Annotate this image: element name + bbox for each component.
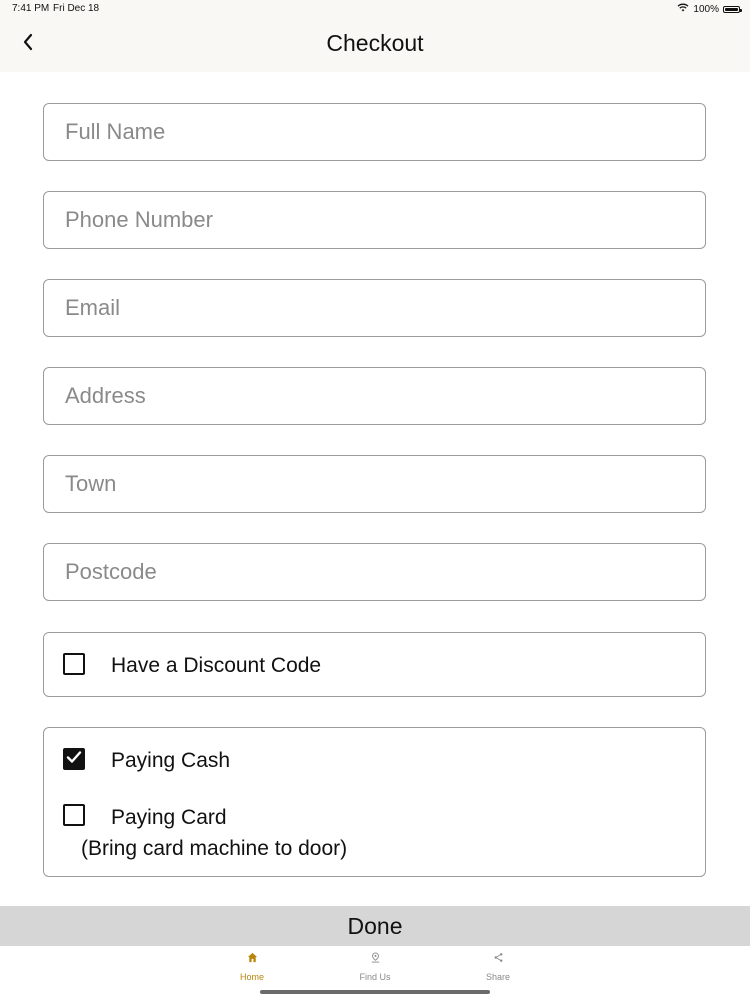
phone-number-field[interactable] (44, 192, 705, 248)
discount-code-box: Have a Discount Code (43, 632, 706, 697)
email-field[interactable] (44, 280, 705, 336)
home-icon (247, 950, 258, 968)
paying-card-label: Paying Card (111, 806, 227, 829)
discount-code-label: Have a Discount Code (111, 654, 322, 677)
status-right: 100% (677, 3, 742, 15)
town-field[interactable] (44, 456, 705, 512)
wifi-icon (677, 3, 689, 15)
payment-method-box: Paying Cash Paying Card (Bring card mach… (43, 727, 706, 877)
phone-field-container (43, 191, 706, 249)
tab-find-us[interactable]: Find Us (335, 950, 415, 986)
paying-cash-checkbox[interactable] (63, 748, 85, 770)
map-pin-icon (370, 950, 381, 968)
page-title: Checkout (326, 30, 424, 56)
paying-card-checkbox[interactable] (63, 804, 85, 826)
tab-share-label: Share (485, 972, 511, 982)
battery-icon (723, 5, 742, 13)
postcode-field-container (43, 543, 706, 601)
battery-percent: 100% (693, 3, 719, 15)
status-date: Fri Dec 18 (53, 3, 100, 14)
discount-code-checkbox[interactable] (63, 653, 85, 675)
done-button[interactable]: Done (0, 906, 750, 946)
town-field-container (43, 455, 706, 513)
email-field-container (43, 279, 706, 337)
tab-find-us-label: Find Us (359, 972, 391, 982)
status-time: 7:41 PM (12, 3, 50, 14)
home-indicator (260, 990, 490, 994)
checkmark-icon (66, 750, 82, 769)
tab-home[interactable]: Home (212, 950, 292, 986)
paying-card-note: (Bring card machine to door) (81, 837, 348, 860)
share-icon (493, 950, 504, 968)
address-field[interactable] (44, 368, 705, 424)
address-field-container (43, 367, 706, 425)
tab-share[interactable]: Share (458, 950, 538, 986)
paying-cash-label: Paying Cash (111, 749, 231, 772)
navigation-bar: Checkout (0, 18, 750, 72)
full-name-field-container (43, 103, 706, 161)
tab-home-label: Home (239, 972, 264, 982)
postcode-field[interactable] (44, 544, 705, 600)
full-name-field[interactable] (44, 104, 705, 160)
status-bar: 7:41 PM Fri Dec 18 100% (0, 0, 750, 18)
